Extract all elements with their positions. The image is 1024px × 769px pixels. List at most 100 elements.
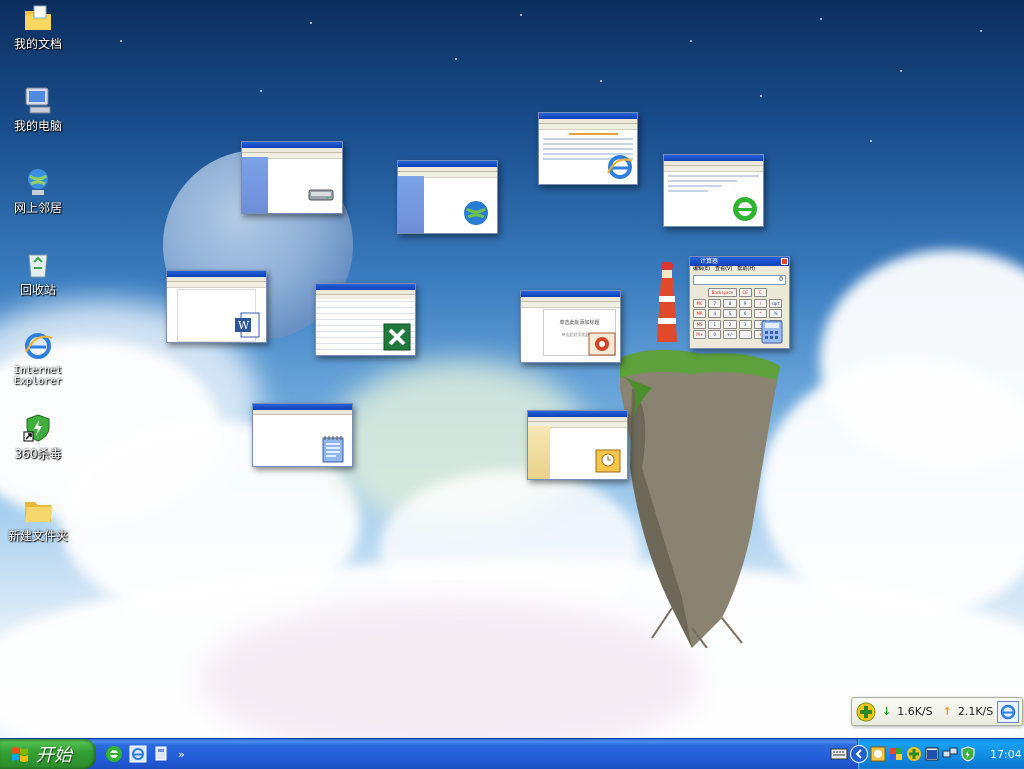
download-arrow-icon: ↓: [882, 705, 892, 718]
clock: 17:04: [990, 747, 1022, 761]
window-menubar: [253, 410, 352, 415]
calculator-key[interactable]: 1: [708, 319, 722, 329]
calculator-key[interactable]: 2: [723, 319, 737, 329]
network-places-icon: [22, 166, 54, 198]
desktop-icon-360-antivirus[interactable]: 360杀毒: [0, 412, 76, 461]
star: [900, 70, 902, 72]
internet-explorer-icon: [22, 330, 54, 362]
desktop-icon-new-folder[interactable]: 新建文件夹: [0, 494, 76, 543]
drive-icon: [306, 178, 336, 208]
keyboard-language-icon[interactable]: [830, 746, 848, 762]
calculator-key[interactable]: C: [753, 288, 767, 297]
my-documents-folder-icon: [22, 2, 54, 34]
network-connection-icon[interactable]: [942, 746, 958, 762]
internet-explorer-icon: [129, 745, 147, 763]
window-thumbnail-explorer[interactable]: [241, 141, 343, 214]
calculator-key[interactable]: 6: [738, 309, 752, 318]
desktop-icon-my-computer[interactable]: 我的电脑: [0, 84, 76, 133]
star: [455, 58, 457, 60]
calculator-key[interactable]: Backspace: [708, 288, 737, 297]
calculator-key[interactable]: sqrt: [769, 298, 783, 308]
calculator-key[interactable]: MC: [693, 298, 707, 308]
star: [820, 18, 822, 20]
calculator-key[interactable]: 5: [723, 309, 737, 318]
menu-item[interactable]: 帮助(H): [737, 266, 755, 273]
calculator-key[interactable]: .: [738, 330, 752, 339]
window-title: 计算器: [700, 258, 719, 265]
window-task-pane: [242, 157, 268, 213]
calculator-key[interactable]: MR: [693, 309, 707, 318]
window-task-pane: [528, 426, 550, 479]
quicklaunch-overflow-chevron[interactable]: »: [178, 748, 190, 761]
my-computer-icon: [22, 84, 54, 116]
desktop-icon-label: 我的文档: [13, 37, 62, 51]
calculator-key[interactable]: 8: [723, 298, 737, 308]
desktop[interactable]: 我的文档 我的电脑 网上邻居 回收站 Internet Explorer 360…: [0, 0, 1024, 738]
network-monitor-icon[interactable]: [906, 746, 922, 762]
recycle-bin-icon: [22, 248, 54, 280]
window-thumbnail-network[interactable]: [397, 160, 498, 234]
calculator-key[interactable]: 0: [708, 330, 722, 339]
web-page-content: [664, 175, 763, 192]
360-security-shield-icon[interactable]: [960, 746, 976, 762]
calculator-key[interactable]: +/-: [723, 330, 737, 339]
desktop-icon-recycle-bin[interactable]: 回收站: [0, 248, 76, 297]
puzzle-icon[interactable]: [888, 746, 904, 762]
clock-tool-icon[interactable]: [870, 746, 886, 762]
window-thumbnail-internet-explorer[interactable]: [538, 112, 638, 185]
star: [760, 95, 762, 97]
star: [310, 22, 312, 24]
menu-item[interactable]: 查看(V): [715, 266, 732, 273]
calculator-key[interactable]: /: [753, 298, 767, 308]
slide-title: 单击此处添加标题: [559, 320, 600, 326]
upload-speed: 2.1K/S: [957, 705, 994, 718]
window-task-pane: [398, 176, 424, 233]
window-toolbar: [521, 302, 620, 308]
window-thumbnail-powerpoint[interactable]: 单击此处添加标题 单击此处添加副标题: [520, 290, 621, 363]
network-globe-icon: [461, 198, 491, 228]
desktop-window-icon[interactable]: [924, 746, 940, 762]
window-thumbnail-calculator[interactable]: 计算器 编辑(E) 查看(V) 帮助(H) 0 Backspace CE C MC 7 8…: [689, 256, 790, 349]
window-thumbnail-notepad[interactable]: [252, 403, 353, 467]
desktop-icon-network-places[interactable]: 网上邻居: [0, 166, 76, 215]
star: [980, 30, 982, 32]
calculator-key[interactable]: CE: [738, 288, 752, 297]
lighthouse: [653, 262, 681, 344]
desktop-icon-label: 360杀毒: [14, 447, 62, 461]
taskbar: 开始 » 17:04: [0, 738, 1024, 769]
desktop-icon-my-documents[interactable]: 我的文档: [0, 2, 76, 51]
star: [870, 140, 872, 142]
calculator-key[interactable]: 4: [708, 309, 722, 318]
start-button[interactable]: 开始: [0, 739, 96, 769]
network-speed-widget[interactable]: ↓ 1.6K/S ↑ 2.1K/S: [851, 697, 1023, 726]
desktop-icon-label: 新建文件夹: [7, 529, 68, 543]
desktop-icon-internet-explorer[interactable]: Internet Explorer: [0, 330, 76, 387]
quicklaunch-show-desktop[interactable]: [152, 744, 172, 764]
close-icon[interactable]: [781, 258, 788, 265]
show-hidden-icons-chevron-icon[interactable]: [850, 745, 868, 763]
internet-explorer-green-icon: [106, 746, 122, 762]
window-toolbar: [664, 166, 763, 172]
window-menubar: 编辑(E) 查看(V) 帮助(H): [690, 266, 789, 273]
calculator-key[interactable]: 9: [738, 298, 752, 308]
star: [600, 80, 602, 82]
menu-item[interactable]: 编辑(E): [693, 266, 710, 273]
calculator-key[interactable]: M+: [693, 330, 707, 339]
calculator-key[interactable]: 7: [708, 298, 722, 308]
quicklaunch-internet-explorer-green[interactable]: [104, 744, 124, 764]
star: [520, 14, 522, 16]
show-desktop-icon: [155, 746, 167, 761]
internet-explorer-icon[interactable]: [997, 701, 1019, 723]
quick-launch-toolbar: »: [104, 743, 190, 765]
calculator-key[interactable]: 3: [738, 319, 752, 329]
window-thumbnail-word[interactable]: W: [166, 270, 267, 343]
window-thumbnail-excel[interactable]: [315, 283, 416, 356]
window-thumbnail-internet-explorer-green[interactable]: [663, 154, 764, 227]
window-thumbnail-access[interactable]: [527, 410, 628, 480]
quicklaunch-internet-explorer[interactable]: [128, 744, 148, 764]
calculator-key[interactable]: MS: [693, 319, 707, 329]
calculator-key[interactable]: *: [753, 309, 767, 318]
window-toolbar: [167, 282, 266, 288]
download-speed: 1.6K/S: [897, 705, 933, 718]
calculator-key[interactable]: %: [769, 309, 783, 318]
